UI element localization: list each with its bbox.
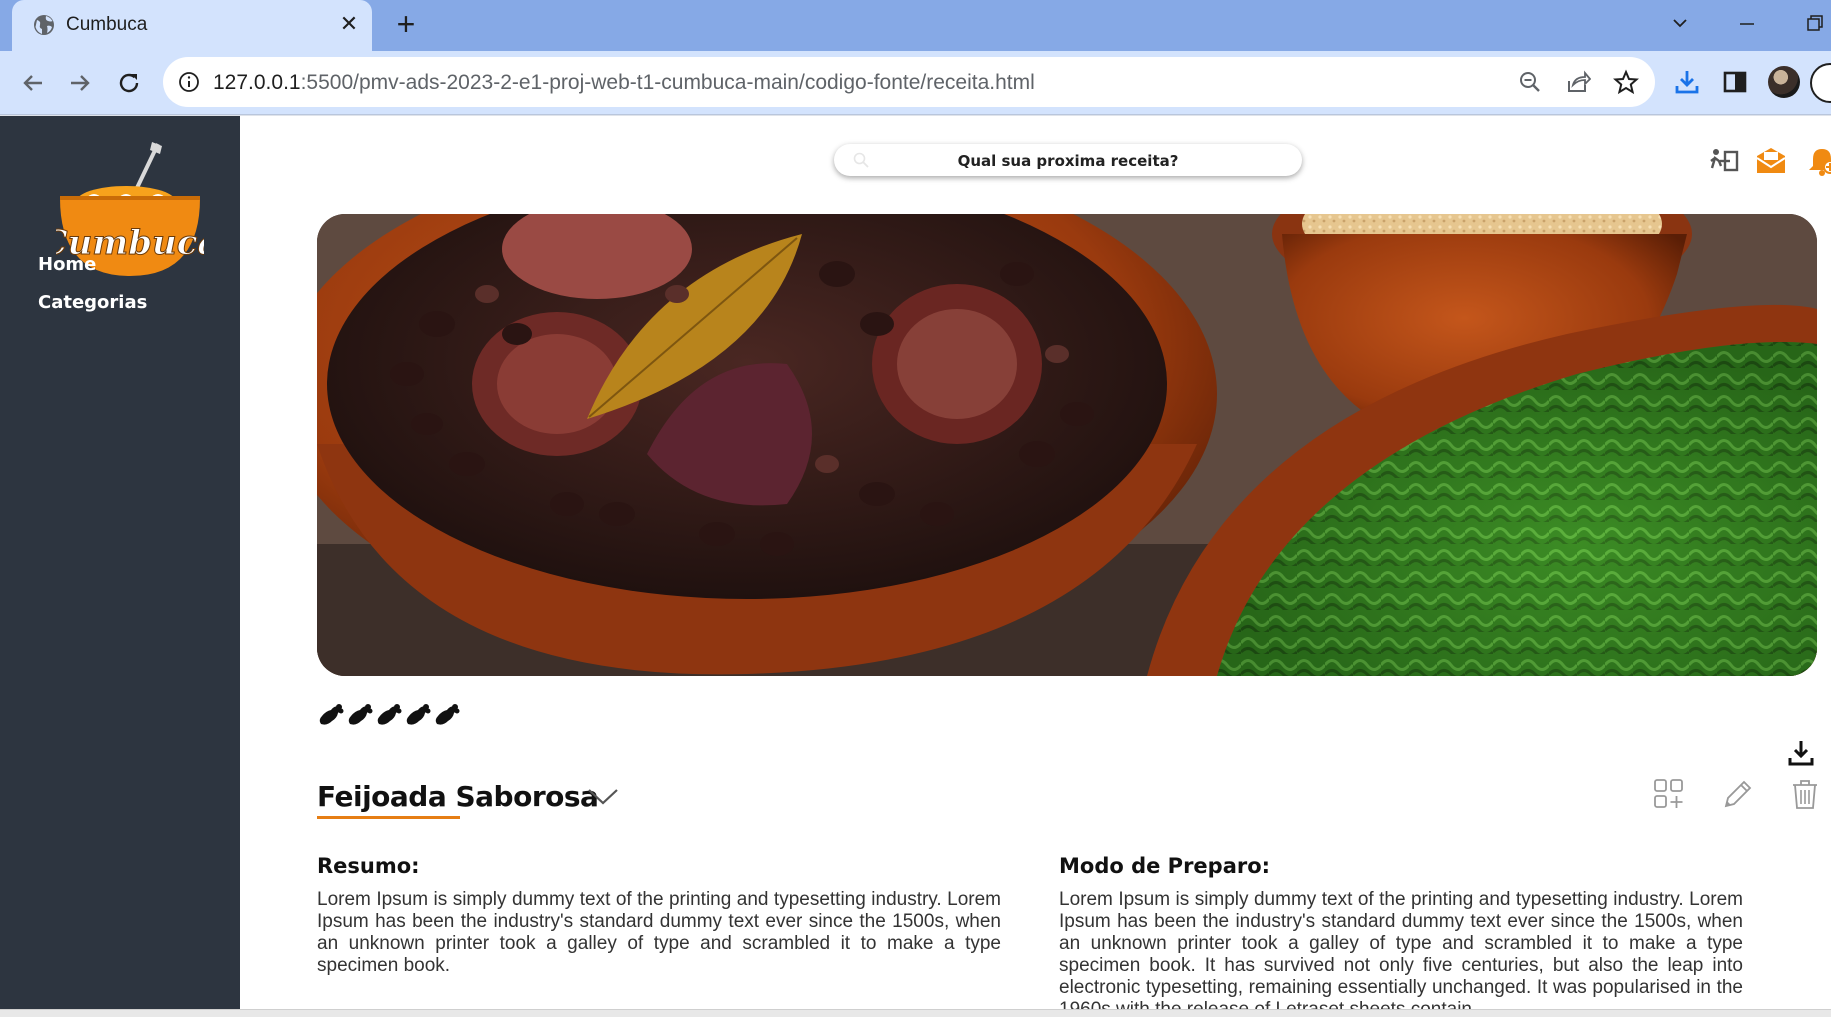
method-text: Lorem Ipsum is simply dummy text of the …	[1059, 889, 1743, 1009]
chevron-down-icon[interactable]	[586, 782, 620, 810]
recipe-hero-image	[317, 214, 1817, 676]
browser-toolbar: 127.0.0.1:5500/pmv-ads-2023-2-e1-proj-we…	[0, 51, 1831, 115]
horizontal-scrollbar[interactable]	[0, 1009, 1831, 1017]
tab-search-chevron-icon[interactable]	[1660, 8, 1700, 40]
download-icon[interactable]	[1672, 67, 1702, 97]
minimize-icon[interactable]	[1727, 8, 1767, 40]
tab-close-icon[interactable]: ✕	[336, 11, 362, 37]
extension-button[interactable]	[1810, 63, 1831, 103]
edit-pencil-icon[interactable]	[1721, 777, 1755, 811]
rating-drumstick-icon[interactable]	[346, 702, 373, 728]
rating-drumstick-icon[interactable]	[404, 702, 431, 728]
bookmark-star-icon[interactable]	[1613, 69, 1639, 95]
browser-tab-strip: Cumbuca ✕ +	[0, 0, 1831, 51]
browser-tab[interactable]: Cumbuca ✕	[12, 0, 372, 51]
recipe-search-input[interactable]: Qual sua proxima receita?	[834, 144, 1302, 176]
summary-heading: Resumo:	[317, 854, 420, 878]
rating-drumstick-icon[interactable]	[317, 702, 344, 728]
sidebar-link-home[interactable]: Home	[38, 254, 96, 275]
side-panel-icon[interactable]	[1720, 67, 1750, 97]
method-heading: Modo de Preparo:	[1059, 854, 1271, 878]
title-underline	[317, 816, 460, 819]
zoom-icon[interactable]	[1517, 69, 1543, 95]
rating-drumstick-icon[interactable]	[433, 702, 460, 728]
delete-trash-icon[interactable]	[1788, 777, 1822, 811]
summary-text: Lorem Ipsum is simply dummy text of the …	[317, 889, 1001, 976]
url-host: 127.0.0.1	[213, 71, 301, 94]
recipe-rating[interactable]	[317, 702, 460, 728]
logout-icon[interactable]	[1708, 146, 1740, 176]
add-to-collection-icon[interactable]	[1652, 777, 1686, 811]
sidebar: Cumbuca Home Categorias	[0, 116, 240, 1009]
restore-icon[interactable]	[1794, 8, 1831, 40]
download-recipe-icon[interactable]	[1786, 738, 1816, 768]
forward-icon[interactable]	[62, 65, 98, 101]
address-bar[interactable]: 127.0.0.1:5500/pmv-ads-2023-2-e1-proj-we…	[163, 57, 1655, 107]
globe-icon	[34, 15, 54, 35]
reload-icon[interactable]	[111, 65, 147, 101]
share-icon[interactable]	[1565, 69, 1591, 95]
site-info-icon[interactable]	[177, 70, 201, 94]
messages-icon[interactable]	[1755, 146, 1787, 176]
recipe-title: Feijoada Saborosa	[317, 780, 599, 813]
notification-bell-icon[interactable]	[1806, 146, 1831, 176]
page-content: Cumbuca Home Categorias Qual sua proxima…	[0, 116, 1831, 1009]
search-placeholder: Qual sua proxima receita?	[957, 152, 1179, 170]
url-path: :5500/pmv-ads-2023-2-e1-proj-web-t1-cumb…	[300, 71, 1035, 94]
profile-avatar[interactable]	[1768, 66, 1800, 98]
url-text: 127.0.0.1:5500/pmv-ads-2023-2-e1-proj-we…	[213, 71, 1035, 95]
rating-drumstick-icon[interactable]	[375, 702, 402, 728]
new-tab-button[interactable]: +	[390, 8, 422, 41]
sidebar-link-categorias[interactable]: Categorias	[38, 292, 147, 313]
tab-title: Cumbuca	[66, 14, 148, 35]
back-icon[interactable]	[15, 65, 51, 101]
